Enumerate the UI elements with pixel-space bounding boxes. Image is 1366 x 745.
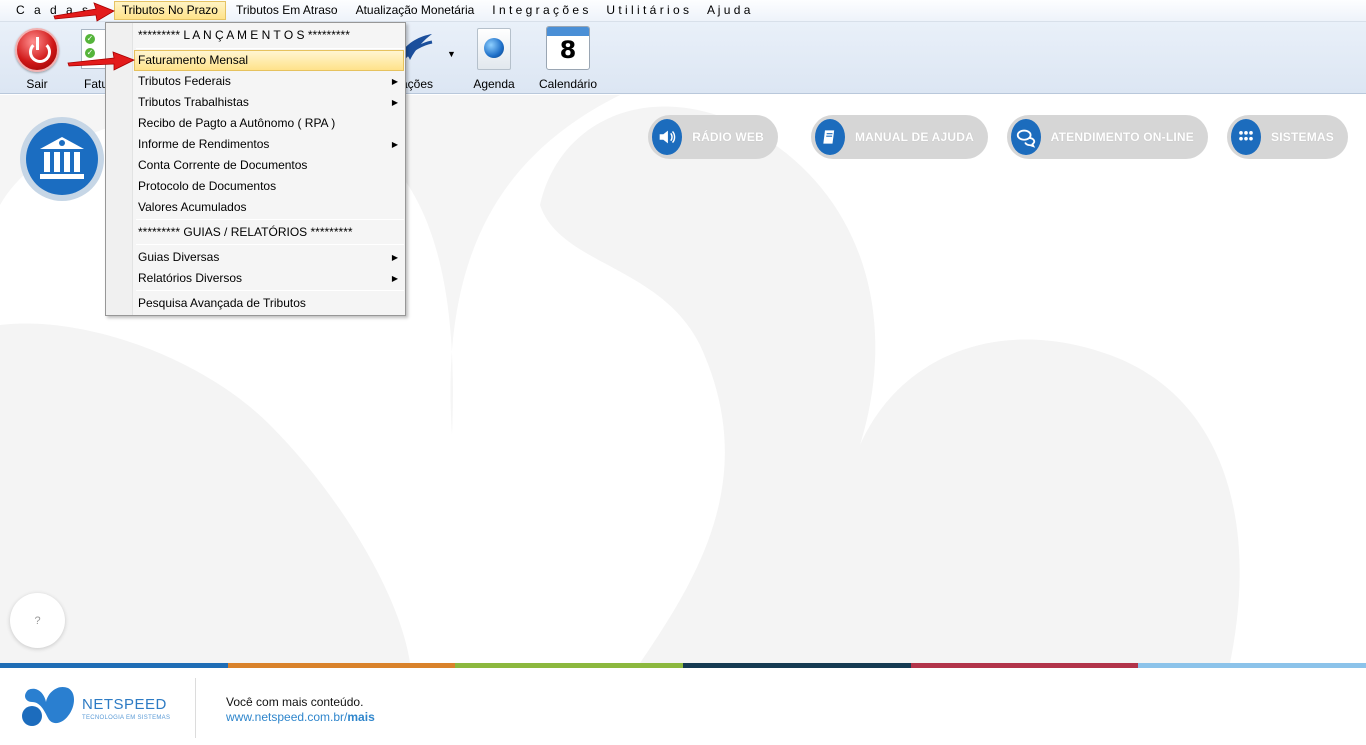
- calendario-label: Calendário: [538, 77, 598, 91]
- submenu-arrow-icon: ▶: [391, 253, 398, 262]
- submenu-arrow-icon: ▶: [391, 140, 398, 149]
- manual-de-ajuda-button[interactable]: MANUAL DE AJUDA: [811, 115, 988, 159]
- dropdown-header-label: ********* GUIAS / RELATÓRIOS *********: [138, 225, 353, 239]
- dropdown-item-informe-rendimentos[interactable]: Informe de Rendimentos ▶: [134, 134, 404, 155]
- agenda-label: Agenda: [473, 77, 515, 91]
- radio-web-button[interactable]: RÁDIO WEB: [648, 115, 778, 159]
- footer-divider: [195, 678, 196, 738]
- calendar-icon: 8: [546, 26, 590, 70]
- dropdown-item-label: Tributos Trabalhistas: [138, 95, 249, 109]
- dropdown-header-label: ********* L A N Ç A M E N T O S ********…: [138, 28, 350, 42]
- dropdown-item-recibo-rpa[interactable]: Recibo de Pagto a Autônomo ( RPA ): [134, 113, 404, 134]
- dropdown-item-protocolo[interactable]: Protocolo de Documentos: [134, 176, 404, 197]
- atendimento-online-label: ATENDIMENTO ON-LINE: [1050, 130, 1194, 144]
- dropdown-item-label: Conta Corrente de Documentos: [138, 158, 308, 172]
- footer-url-bold: mais: [347, 710, 375, 724]
- radio-web-label: RÁDIO WEB: [692, 130, 764, 144]
- dropdown-separator: [136, 244, 404, 245]
- speaker-icon: [652, 119, 683, 155]
- footer-link[interactable]: www.netspeed.com.br/mais: [226, 710, 375, 724]
- integracoes-dropdown-caret[interactable]: ▼: [447, 49, 456, 59]
- netspeed-logo-icon: [22, 686, 74, 726]
- dropdown-item-label: Protocolo de Documentos: [138, 179, 277, 193]
- atendimento-online-button[interactable]: ATENDIMENTO ON-LINE: [1007, 115, 1208, 159]
- dropdown-item-tributos-trabalhistas[interactable]: Tributos Trabalhistas ▶: [134, 92, 404, 113]
- dropdown-item-tributos-federais[interactable]: Tributos Federais ▶: [134, 71, 404, 92]
- sistemas-label: SISTEMAS: [1271, 130, 1334, 144]
- annotation-arrow-item: [67, 51, 135, 71]
- dropdown-separator: [136, 290, 404, 291]
- dropdown-header-guias-relatorios: ********* GUIAS / RELATÓRIOS *********: [134, 222, 404, 243]
- bank-badge[interactable]: [20, 117, 104, 201]
- power-icon: [15, 28, 59, 72]
- annotation-arrow-menu: [53, 2, 115, 22]
- bank-icon: [26, 123, 98, 195]
- dropdown-header-lancamentos: ********* L A N Ç A M E N T O S ********…: [134, 25, 404, 46]
- submenu-arrow-icon: ▶: [391, 77, 398, 86]
- calendar-day: 8: [559, 36, 577, 64]
- help-button[interactable]: ?: [10, 593, 65, 648]
- globe-document-icon: [477, 28, 511, 70]
- menu-tributos-no-prazo[interactable]: Tributos No Prazo: [113, 1, 226, 20]
- menu-tributos-em-atraso[interactable]: Tributos Em Atraso: [228, 1, 346, 20]
- dropdown-item-label: Valores Acumulados: [138, 200, 247, 214]
- menu-utilitarios[interactable]: U t i l i t á r i o s: [598, 1, 697, 20]
- dropdown-separator: [136, 219, 404, 220]
- book-icon: [815, 119, 845, 155]
- dropdown-item-label: Faturamento Mensal: [138, 53, 249, 67]
- dropdown-item-label: Guias Diversas: [138, 250, 220, 264]
- netspeed-subtitle: TECNOLOGIA EM SISTEMAS: [82, 715, 171, 721]
- footer-url-base: www.netspeed.com.br/: [226, 710, 348, 724]
- submenu-arrow-icon: ▶: [391, 98, 398, 107]
- dropdown-item-guias-diversas[interactable]: Guias Diversas ▶: [134, 247, 404, 268]
- sair-label: Sair: [26, 77, 48, 91]
- menu-integracoes[interactable]: I n t e g r a ç õ e s: [484, 1, 596, 20]
- dropdown-item-faturamento-mensal[interactable]: Faturamento Mensal: [134, 50, 404, 71]
- dropdown-item-relatorios-diversos[interactable]: Relatórios Diversos ▶: [134, 268, 404, 289]
- grid-dots-icon: [1231, 119, 1262, 155]
- dropdown-item-pesquisa-avancada[interactable]: Pesquisa Avançada de Tributos: [134, 293, 404, 314]
- menu-atualizacao-monetaria[interactable]: Atualização Monetária: [348, 1, 483, 20]
- chat-icon: [1011, 119, 1041, 155]
- menu-bar: C a d a s t Tributos No Prazo Tributos E…: [0, 0, 1366, 22]
- dropdown-item-label: Recibo de Pagto a Autônomo ( RPA ): [138, 116, 336, 130]
- menu-ajuda[interactable]: A j u d a: [699, 1, 758, 20]
- footer: NETSPEED TECNOLOGIA EM SISTEMAS Você com…: [0, 668, 1366, 745]
- sistemas-button[interactable]: SISTEMAS: [1227, 115, 1348, 159]
- dropdown-item-conta-corrente[interactable]: Conta Corrente de Documentos: [134, 155, 404, 176]
- tributos-no-prazo-dropdown: ********* L A N Ç A M E N T O S ********…: [105, 22, 406, 316]
- dropdown-item-label: Informe de Rendimentos: [138, 137, 270, 151]
- submenu-arrow-icon: ▶: [391, 274, 398, 283]
- dropdown-item-label: Pesquisa Avançada de Tributos: [138, 296, 306, 310]
- netspeed-brand: NETSPEED: [82, 696, 167, 713]
- dropdown-item-label: Relatórios Diversos: [138, 271, 243, 285]
- dropdown-separator: [136, 48, 404, 49]
- dropdown-item-label: Tributos Federais: [138, 74, 231, 88]
- manual-de-ajuda-label: MANUAL DE AJUDA: [854, 130, 974, 144]
- dropdown-item-valores-acumulados[interactable]: Valores Acumulados: [134, 197, 404, 218]
- footer-tagline: Você com mais conteúdo.: [226, 695, 364, 709]
